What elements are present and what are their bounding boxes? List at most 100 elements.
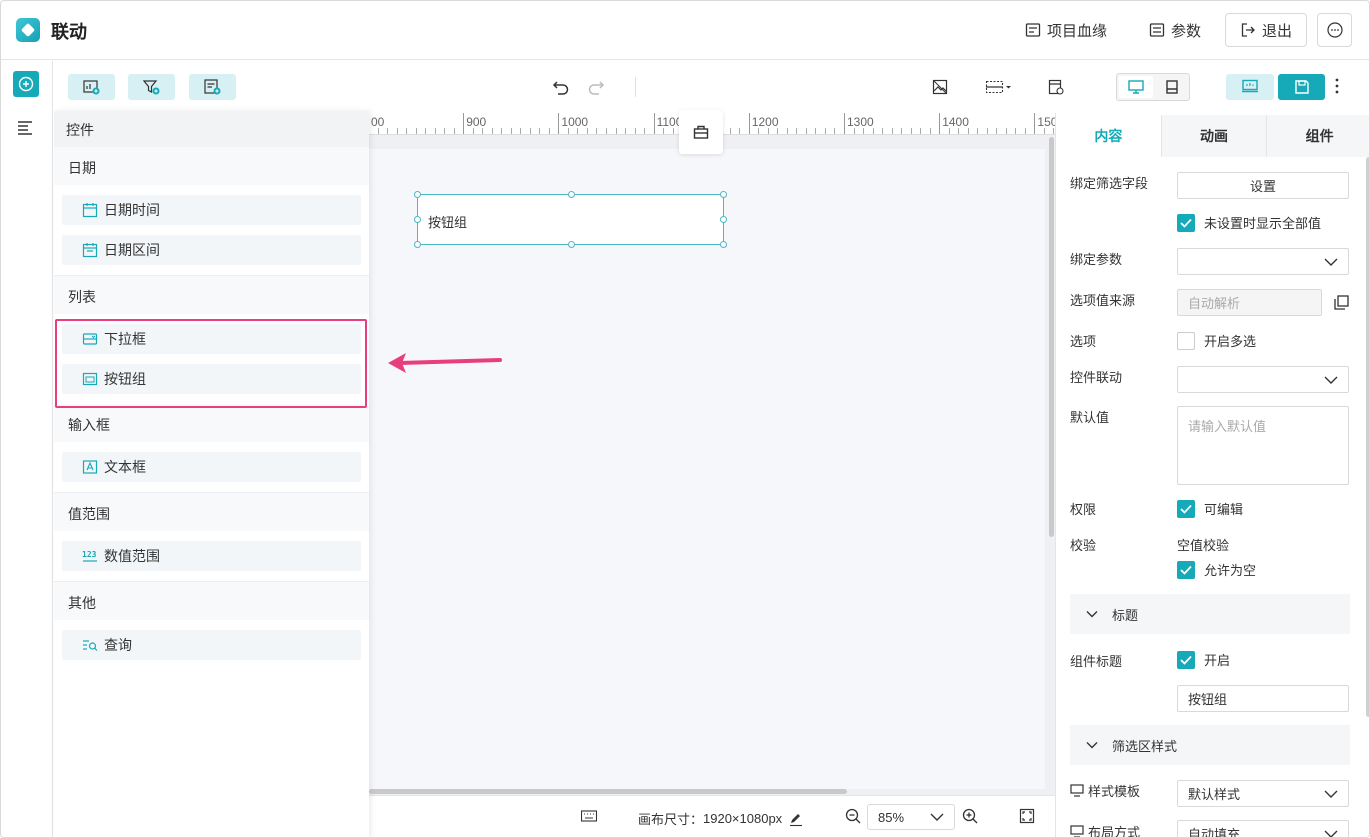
- ruler-minor-tick: [853, 128, 855, 134]
- tab-component[interactable]: 组件: [1267, 115, 1369, 157]
- horizontal-scrollbar[interactable]: [369, 789, 847, 794]
- title-section-header[interactable]: 标题: [1070, 594, 1350, 634]
- resize-handle[interactable]: [568, 241, 575, 248]
- checkmark-icon: [1177, 213, 1195, 232]
- resize-handle[interactable]: [568, 191, 575, 198]
- zoom-in-button[interactable]: [962, 808, 978, 824]
- layer-list-button[interactable]: [17, 119, 35, 138]
- properties-scrollbar[interactable]: [1366, 157, 1369, 717]
- component-title-input[interactable]: 按钮组: [1177, 685, 1349, 712]
- params-button[interactable]: 参数: [1149, 13, 1201, 47]
- ruler-minor-tick: [482, 128, 484, 134]
- presentation-icon: [1242, 79, 1258, 93]
- component-datetime[interactable]: 日期时间: [62, 195, 361, 225]
- resize-handle[interactable]: [414, 241, 421, 248]
- floating-tool-button[interactable]: [679, 110, 723, 154]
- allow-empty-checkbox[interactable]: 允许为空: [1177, 560, 1256, 579]
- group-title-input: 输入框: [54, 404, 369, 442]
- ruler-minor-tick: [539, 128, 541, 134]
- monitor-icon: [1128, 80, 1144, 94]
- ruler-minor-tick: [510, 128, 512, 134]
- style-template-label: 样式模板: [1088, 784, 1141, 799]
- resize-handle[interactable]: [414, 216, 421, 223]
- layout-select[interactable]: 自动填充: [1177, 820, 1349, 837]
- chevron-down-icon: [1324, 258, 1338, 266]
- ruler-minor-tick: [891, 128, 893, 134]
- keyboard-shortcut-button[interactable]: [581, 810, 597, 822]
- more-options-button[interactable]: [1317, 13, 1352, 47]
- tab-animation[interactable]: 动画: [1162, 115, 1268, 157]
- fit-screen-button[interactable]: [1019, 808, 1035, 824]
- component-dropdown[interactable]: 下拉框: [62, 324, 361, 354]
- page-settings-button[interactable]: [1044, 75, 1068, 99]
- save-button[interactable]: [1278, 74, 1325, 100]
- component-date-range[interactable]: 日期区间: [62, 235, 361, 265]
- bind-param-select[interactable]: [1177, 248, 1349, 275]
- ruler-minor-tick: [872, 128, 874, 134]
- vertical-dots-icon: [1335, 78, 1339, 94]
- undo-button[interactable]: [549, 75, 573, 99]
- add-chart-button[interactable]: [68, 74, 115, 100]
- ruler-major-tick: [463, 113, 465, 134]
- editable-checkbox[interactable]: 可编辑: [1177, 499, 1243, 518]
- background-button[interactable]: [928, 75, 952, 99]
- group-date: 日期时间 日期区间: [54, 195, 369, 265]
- ruler-minor-tick: [958, 128, 960, 134]
- ruler-minor-tick: [824, 128, 826, 134]
- bind-param-label: 绑定参数: [1070, 252, 1123, 267]
- ruler-minor-tick: [396, 128, 398, 134]
- component-query[interactable]: 查询: [62, 630, 361, 660]
- ruler-minor-tick: [1005, 128, 1007, 134]
- multi-select-checkbox[interactable]: 开启多选: [1177, 331, 1256, 350]
- params-icon: [1149, 23, 1165, 37]
- mobile-view-button[interactable]: [1155, 76, 1188, 98]
- ruler-minor-tick: [967, 128, 969, 134]
- edit-pen-icon[interactable]: [788, 811, 804, 827]
- zoom-select[interactable]: 85%: [867, 804, 955, 830]
- chevron-down-icon: [1324, 830, 1338, 837]
- add-component-button[interactable]: [13, 71, 39, 97]
- show-all-checkbox[interactable]: 未设置时显示全部值: [1177, 213, 1321, 232]
- desktop-view-button[interactable]: [1119, 76, 1153, 98]
- style-template-select[interactable]: 默认样式: [1177, 780, 1349, 807]
- save-icon: [1294, 80, 1309, 94]
- exit-label: 退出: [1262, 22, 1293, 40]
- component-button-group[interactable]: 按钮组: [62, 364, 361, 394]
- bind-field-set-button[interactable]: 设置: [1177, 172, 1349, 199]
- tab-content[interactable]: 内容: [1056, 115, 1162, 157]
- canvas-sheet[interactable]: 按钮组: [369, 149, 1045, 789]
- device-toggle: [1116, 73, 1190, 101]
- default-value-placeholder: 请输入默认值: [1188, 419, 1267, 434]
- add-filter-button[interactable]: [128, 74, 175, 100]
- exit-button[interactable]: 退出: [1225, 13, 1308, 47]
- vertical-scrollbar[interactable]: [1049, 137, 1054, 537]
- project-lineage-button[interactable]: 项目血缘: [1025, 13, 1107, 47]
- option-source-select[interactable]: 自动解析: [1177, 289, 1322, 316]
- ruler-minor-tick: [948, 128, 950, 134]
- component-textbox[interactable]: 文本框: [62, 452, 361, 482]
- add-text-button[interactable]: [189, 74, 236, 100]
- component-numeric-range[interactable]: 123 数值范围: [62, 541, 361, 571]
- option-source-label: 选项值来源: [1070, 293, 1136, 308]
- resize-handle[interactable]: [720, 191, 727, 198]
- button-group-widget[interactable]: 按钮组: [414, 191, 727, 248]
- component-label: 下拉框: [104, 331, 146, 347]
- title-enable-checkbox[interactable]: 开启: [1177, 650, 1230, 669]
- resize-handle[interactable]: [414, 191, 421, 198]
- copy-icon[interactable]: [1334, 295, 1349, 310]
- default-value-textarea[interactable]: 请输入默认值: [1177, 406, 1349, 485]
- filter-style-section-header[interactable]: 筛选区样式: [1070, 725, 1350, 765]
- zoom-out-button[interactable]: [845, 808, 861, 824]
- ruler-minor-tick: [796, 128, 798, 134]
- resize-handle[interactable]: [720, 241, 727, 248]
- ruler-minor-tick: [729, 128, 731, 134]
- linkage-select[interactable]: [1177, 366, 1349, 393]
- resize-handle[interactable]: [720, 216, 727, 223]
- align-dropdown-button[interactable]: [984, 75, 1014, 99]
- textbox-icon: [82, 460, 98, 474]
- redo-button[interactable]: [584, 75, 608, 99]
- ruler-minor-tick: [863, 128, 865, 134]
- toolbar-more-button[interactable]: [1334, 77, 1340, 98]
- ruler-major-tick: [653, 113, 655, 134]
- preview-button[interactable]: [1226, 74, 1274, 100]
